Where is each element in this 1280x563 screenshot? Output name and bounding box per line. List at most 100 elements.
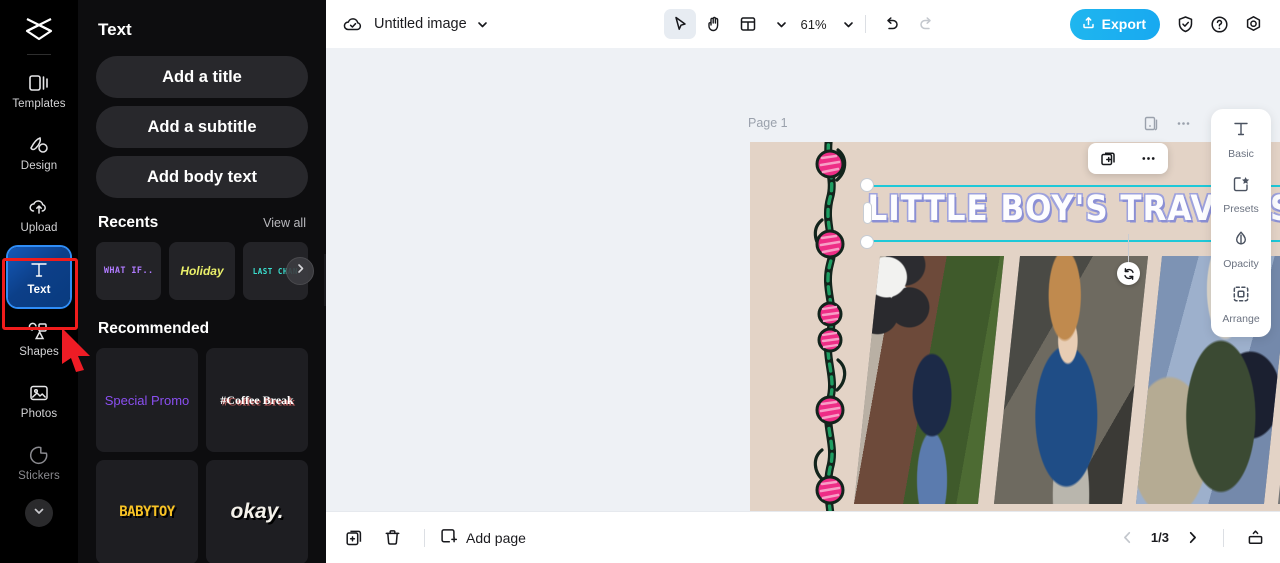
bottom-divider <box>424 528 425 547</box>
duplicate-icon[interactable] <box>1096 147 1120 171</box>
chevron-right-icon <box>294 262 307 280</box>
sidebar-item-templates[interactable]: Templates <box>8 61 70 121</box>
sidebar-item-text[interactable]: Text <box>8 247 70 307</box>
beaded-border-left <box>810 142 852 511</box>
export-button[interactable]: Export <box>1069 8 1160 40</box>
cloud-saved-icon[interactable] <box>338 9 368 39</box>
page-actions <box>1140 112 1194 134</box>
hand-tool-button[interactable] <box>698 9 730 39</box>
add-subtitle-button[interactable]: Add a subtitle <box>96 106 308 148</box>
settings-gear-icon[interactable] <box>1238 9 1268 39</box>
tool-label: Arrange <box>1222 313 1260 325</box>
recommended-item-label: BABYTOY <box>119 504 175 520</box>
add-title-button[interactable]: Add a title <box>96 56 308 98</box>
panel-collapse-button[interactable] <box>324 254 326 306</box>
text-basic-icon <box>1231 119 1251 144</box>
add-body-text-button[interactable]: Add body text <box>96 156 308 198</box>
add-page-icon <box>439 527 458 549</box>
duplicate-page-icon[interactable] <box>340 524 368 552</box>
toolbar-divider <box>864 15 866 33</box>
expand-panel-button[interactable] <box>1244 527 1266 549</box>
sidebar-item-label: Templates <box>12 98 66 110</box>
recent-item-label: Holiday <box>180 264 224 278</box>
recommended-item-label: Special Promo <box>104 392 190 408</box>
sidebar-item-label: Shapes <box>19 346 59 358</box>
tool-presets[interactable]: Presets <box>1211 174 1271 215</box>
prev-page-button[interactable] <box>1117 527 1139 549</box>
trash-icon[interactable] <box>378 524 406 552</box>
sidebar-item-label: Text <box>27 284 51 296</box>
recommended-item[interactable]: #Coffee Break <box>206 348 308 452</box>
top-toolbar: Untitled image 61% Export <box>326 0 1280 48</box>
redo-button[interactable] <box>910 9 942 39</box>
sidebar-item-label: Design <box>20 160 58 172</box>
document-name[interactable]: Untitled image <box>374 16 467 32</box>
export-upload-icon <box>1081 15 1096 33</box>
export-label: Export <box>1101 16 1146 32</box>
zoom-chevron-down-icon[interactable] <box>842 18 855 31</box>
page-indicator: 1/3 <box>1150 530 1169 545</box>
tool-basic[interactable]: Basic <box>1211 119 1271 160</box>
recents-next-button[interactable] <box>286 257 314 285</box>
capcut-logo-icon[interactable] <box>22 14 56 44</box>
page-label: Page 1 <box>748 116 788 130</box>
opacity-drop-icon <box>1231 229 1251 254</box>
tool-opacity[interactable]: Opacity <box>1211 229 1271 270</box>
sidebar-item-upload[interactable]: Upload <box>8 185 70 245</box>
layout-chevron-down-icon[interactable] <box>775 18 788 31</box>
design-page[interactable]: LITTLE BOY'S TRAVEL STORY <box>750 142 1280 511</box>
resize-handle-bl[interactable] <box>861 236 873 248</box>
more-options-icon[interactable] <box>1172 112 1194 134</box>
duplicate-page-icon[interactable] <box>1140 112 1162 134</box>
recents-view-all-link[interactable]: View all <box>263 216 306 230</box>
zoom-level[interactable]: 61% <box>800 17 826 32</box>
recommended-item[interactable]: Special Promo <box>96 348 198 452</box>
rotate-handle-icon[interactable] <box>1117 262 1140 285</box>
recommended-grid: Special Promo #Coffee Break BABYTOY okay… <box>96 348 308 563</box>
stickers-icon <box>28 444 50 466</box>
recent-item[interactable]: Holiday <box>169 242 235 300</box>
recents-list: WHAT IF.. Holiday LAST CHAN <box>96 242 314 300</box>
sidebar-item-shapes[interactable]: Shapes <box>8 309 70 369</box>
tool-arrange[interactable]: Arrange <box>1211 284 1271 325</box>
rail-expand-button[interactable] <box>25 499 53 527</box>
tool-label: Basic <box>1228 148 1254 160</box>
recommended-item[interactable]: okay. <box>206 460 308 563</box>
bottom-right-divider <box>1223 528 1224 547</box>
recommended-title: Recommended <box>98 320 210 337</box>
shield-check-icon[interactable] <box>1170 9 1200 39</box>
recommended-item-label: #Coffee Break <box>220 392 294 407</box>
right-tool-strip: Basic Presets Opacity Arrange <box>1211 109 1271 337</box>
resize-handle-left[interactable] <box>863 203 871 223</box>
app-root: Templates Design Upload Text Shapes Phot… <box>0 0 1280 563</box>
recommended-item[interactable]: BABYTOY <box>96 460 198 563</box>
sidebar-item-label: Upload <box>20 222 58 234</box>
more-dots-icon[interactable] <box>1136 147 1160 171</box>
left-rail: Templates Design Upload Text Shapes Phot… <box>0 0 90 563</box>
photo-boy-in-blue-jacket[interactable] <box>993 256 1149 504</box>
photo-boy-with-balloons[interactable] <box>853 256 1005 504</box>
text-panel: Text Add a title Add a subtitle Add body… <box>78 0 326 563</box>
photos-icon <box>28 382 50 404</box>
recent-item[interactable]: WHAT IF.. <box>96 242 162 300</box>
toolbar-right-group: Export <box>1069 8 1268 40</box>
add-page-button[interactable]: Add page <box>439 527 526 549</box>
help-question-icon[interactable] <box>1204 9 1234 39</box>
select-tool-button[interactable] <box>664 9 697 39</box>
chevron-down-icon <box>32 504 46 523</box>
sidebar-item-label: Stickers <box>18 470 60 482</box>
document-name-chevron-down-icon[interactable] <box>476 18 489 31</box>
layout-tool-button[interactable] <box>732 9 764 39</box>
arrange-icon <box>1231 284 1251 309</box>
sidebar-item-design[interactable]: Design <box>8 123 70 183</box>
panel-title: Text <box>98 20 132 39</box>
undo-button[interactable] <box>876 9 908 39</box>
resize-handle-tl[interactable] <box>861 179 873 191</box>
sidebar-item-photos[interactable]: Photos <box>8 371 70 431</box>
bottom-right-group: 1/3 <box>1117 527 1266 549</box>
sidebar-item-stickers[interactable]: Stickers <box>8 433 70 493</box>
tool-label: Opacity <box>1223 258 1259 270</box>
tool-label: Presets <box>1223 203 1259 215</box>
canvas-area[interactable]: Page 1 LITTLE BOY'S TRAVEL Basic Presets… <box>326 48 1280 511</box>
next-page-button[interactable] <box>1181 527 1203 549</box>
